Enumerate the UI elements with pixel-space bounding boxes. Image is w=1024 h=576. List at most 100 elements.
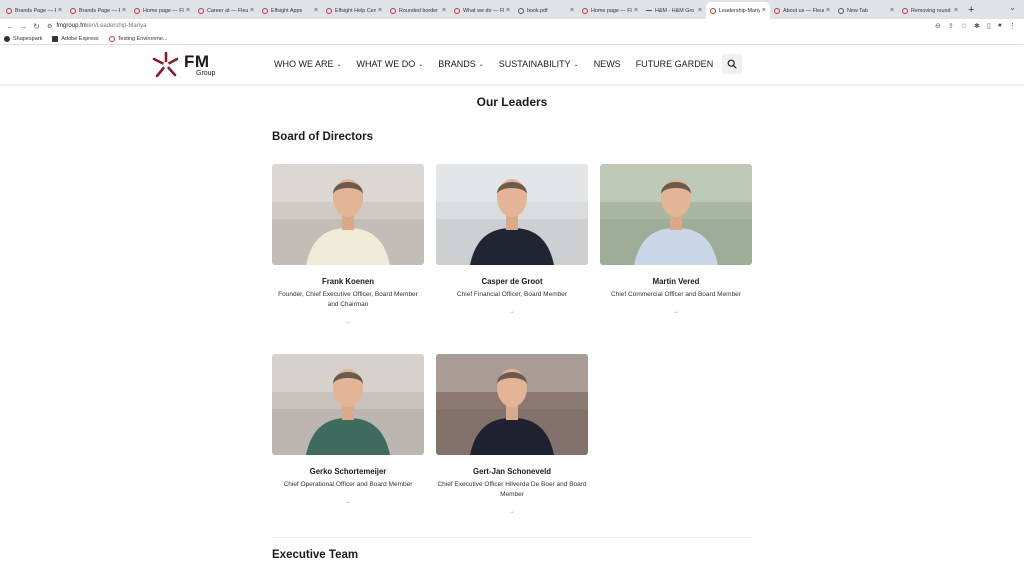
close-tab-icon[interactable]: ×	[506, 7, 510, 14]
leader-name: Frank Koenen	[322, 277, 374, 286]
close-tab-icon[interactable]: ×	[826, 7, 830, 14]
share-icon[interactable]: ⇪	[948, 22, 954, 30]
extensions-icon[interactable]: ✱	[974, 22, 980, 30]
fm-group-logo[interactable]: FM Group	[151, 50, 215, 80]
zoom-icon[interactable]: ⊖	[935, 22, 941, 30]
browser-tab[interactable]: Elfsight Help Cen ×	[322, 2, 386, 19]
close-tab-icon[interactable]: ×	[570, 7, 574, 14]
chevron-down-icon: ⌄	[478, 61, 484, 68]
browser-tab[interactable]: New Tab ×	[834, 2, 898, 19]
tab-label: Leadership-Mariy	[719, 7, 760, 14]
tab-search-chevron-icon[interactable]: ⌄	[1009, 3, 1016, 12]
bookmark-adobe-express[interactable]: Adobe Express	[52, 35, 99, 42]
browser-tab[interactable]: About us — Fleur ×	[770, 2, 834, 19]
dash-icon	[646, 10, 652, 11]
browser-tab[interactable]: Elfsight Apps ×	[258, 2, 322, 19]
arrow-right-icon[interactable]: →	[436, 509, 588, 515]
site-info-icon[interactable]: ⚙	[47, 23, 52, 30]
tab-label: H&M - H&M Gro	[655, 7, 695, 14]
leader-photo	[272, 164, 424, 265]
browser-tab[interactable]: Home page — Fle ×	[130, 2, 194, 19]
close-tab-icon[interactable]: ×	[186, 7, 190, 14]
browser-tab[interactable]: Brands Page — F ×	[2, 2, 66, 19]
logo-text: FM	[184, 52, 210, 71]
browser-tab[interactable]: Rounded border ×	[386, 2, 450, 19]
browser-tab[interactable]: Brands Page — F ×	[66, 2, 130, 19]
leader-photo	[436, 354, 588, 455]
tab-label: Home page — Fle	[591, 7, 632, 14]
browser-tab[interactable]: Leadership-Mariy ×	[706, 2, 770, 19]
page-title: Our Leaders	[476, 95, 548, 109]
browser-tab[interactable]: H&M - H&M Gro ×	[642, 2, 706, 19]
browser-tab[interactable]: book.pdf ×	[514, 2, 578, 19]
leader-card[interactable]: Casper de Groot Chief Financial Officer, …	[436, 164, 588, 315]
leader-card[interactable]: Gerko Schortemeijer Chief Operational Off…	[272, 354, 424, 505]
leader-role: Founder, Chief Executive Officer, Board …	[278, 291, 418, 308]
site-header: FM Group WHO WE ARE ⌄ WHAT WE DO ⌄ BRANDS ⌄…	[0, 45, 1024, 84]
close-tab-icon[interactable]: ×	[314, 7, 318, 14]
arrow-right-icon[interactable]: →	[272, 499, 424, 505]
shapespark-icon	[4, 35, 10, 42]
leader-role: Chief Financial Officer, Board Member	[456, 291, 568, 298]
nav-who-we-are[interactable]: WHO WE ARE ⌄	[274, 59, 342, 69]
close-tab-icon[interactable]: ×	[122, 7, 126, 14]
bookmark-star-icon[interactable]: ☆	[961, 22, 967, 30]
arrow-right-icon[interactable]: →	[272, 319, 424, 325]
back-icon[interactable]: ←	[4, 22, 17, 31]
close-tab-icon[interactable]: ×	[762, 7, 766, 14]
sidebar-icon[interactable]: ▯	[987, 22, 991, 30]
close-tab-icon[interactable]: ×	[634, 7, 638, 14]
close-tab-icon[interactable]: ×	[378, 7, 382, 14]
browser-tab[interactable]: Career at — Fleur ×	[194, 2, 258, 19]
leader-card[interactable]: Martin Vered Chief Commercial Officer and…	[600, 164, 752, 315]
close-tab-icon[interactable]: ×	[250, 7, 254, 14]
browser-tab[interactable]: Home page — Fle ×	[578, 2, 642, 19]
reload-icon[interactable]: ↻	[30, 22, 43, 31]
tab-label: About us — Fleur	[783, 7, 824, 14]
tab-label: What we do — Fle	[463, 7, 504, 14]
nav-sustainability[interactable]: SUSTAINABILITY ⌄	[499, 59, 579, 69]
forward-icon[interactable]: →	[17, 22, 30, 31]
arrow-right-icon[interactable]: →	[436, 309, 588, 315]
red-ring-icon	[262, 7, 268, 14]
leader-name: Gert-Jan Schoneveld	[473, 467, 551, 476]
nav-future-garden[interactable]: FUTURE GARDEN	[636, 59, 714, 69]
new-tab-button[interactable]: +	[968, 4, 974, 16]
leader-photo	[600, 164, 752, 265]
nav-brands[interactable]: BRANDS ⌄	[438, 59, 484, 69]
tab-label: Home page — Fle	[143, 7, 184, 14]
close-tab-icon[interactable]: ×	[890, 7, 894, 14]
close-tab-icon[interactable]: ×	[442, 7, 446, 14]
fm-star-logo-icon	[152, 51, 179, 78]
star-logo-icon	[582, 7, 588, 14]
browser-tab[interactable]: Removing round ×	[898, 2, 962, 19]
nav-news[interactable]: NEWS	[594, 59, 621, 69]
browser-tab[interactable]: What we do — Fle ×	[450, 2, 514, 19]
nav-label: FUTURE GARDEN	[635, 59, 714, 69]
url-host: fmgroup.fm	[56, 23, 87, 29]
search-button[interactable]	[722, 54, 742, 74]
leader-card[interactable]: Frank Koenen Founder, Chief Executive Off…	[272, 164, 424, 325]
nav-label: WHO WE ARE	[274, 59, 334, 69]
leader-role: Chief Commercial Officer and Board Membe…	[611, 291, 741, 298]
profile-icon[interactable]: ●	[998, 22, 1002, 30]
tab-label: Career at — Fleur	[207, 7, 248, 14]
arrow-right-icon[interactable]: →	[600, 309, 752, 315]
menu-icon[interactable]: ⋮	[1009, 22, 1016, 30]
chevron-down-icon: ⌄	[418, 61, 424, 68]
executive-team-heading: Executive Team	[272, 549, 359, 561]
url-field[interactable]: ⚙ fmgroup.fm/en/Leadership-Mariya	[43, 23, 935, 30]
leader-card[interactable]: Gert-Jan Schoneveld Chief Executive Offic…	[436, 354, 588, 515]
bookmark-shapespark[interactable]: Shapespark	[4, 35, 43, 42]
bookmark-testing-environment[interactable]: Testing Environme...	[108, 35, 168, 42]
red-ring-icon	[70, 7, 76, 14]
nav-what-we-do[interactable]: WHAT WE DO ⌄	[357, 59, 424, 69]
close-tab-icon[interactable]: ×	[954, 7, 958, 14]
bookmark-label: Shapespark	[13, 35, 43, 42]
address-bar-row: ← → ↻ ⚙ fmgroup.fm/en/Leadership-Mariya …	[0, 19, 1024, 33]
close-tab-icon[interactable]: ×	[698, 7, 702, 14]
chevron-down-icon: ⌄	[573, 61, 579, 68]
leader-role: Chief Operational Officer and Board Memb…	[283, 481, 413, 488]
close-tab-icon[interactable]: ×	[58, 7, 62, 14]
star-logo-icon	[710, 7, 716, 14]
